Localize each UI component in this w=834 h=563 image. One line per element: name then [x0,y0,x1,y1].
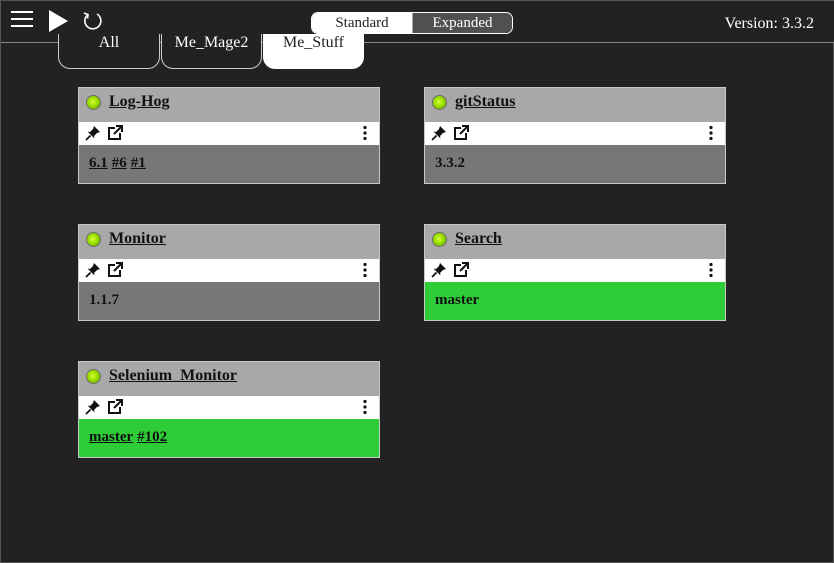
card-header: Selenium_Monitor [79,362,379,396]
card-header: Monitor [79,225,379,259]
card-search: Search master [424,224,726,321]
card-monitor: Monitor 1.1.7 [78,224,380,321]
card-toolbar [425,122,725,145]
status-text: 1.1.7 [89,292,119,308]
card-gitstatus: gitStatus 3.3.2 [424,87,726,184]
card-title[interactable]: gitStatus [455,93,515,111]
status-text: 3.3.2 [435,155,465,171]
issue-link[interactable]: #102 [137,429,167,445]
card-header: gitStatus [425,88,725,122]
status-led-icon [433,233,446,246]
view-expanded-option[interactable]: Expanded [412,13,512,33]
card-selenium-monitor: Selenium_Monitor master #102 [78,361,380,458]
status-led-icon [87,370,100,383]
more-vertical-icon[interactable] [361,399,369,415]
tab-label: Me_Mage2 [174,34,249,51]
card-title[interactable]: Monitor [109,230,166,248]
popout-icon[interactable] [453,125,469,141]
card-toolbar [425,259,725,282]
card-status-body: master [425,282,725,320]
card-status-body: 1.1.7 [79,282,379,320]
issue-link[interactable]: #6 [112,155,127,171]
tab-me-stuff[interactable]: Me_Stuff [263,34,364,69]
card-status-body: master #102 [79,419,379,457]
tab-label: All [98,34,120,51]
pin-icon[interactable] [85,399,101,415]
card-status-body: 3.3.2 [425,145,725,183]
popout-icon[interactable] [453,262,469,278]
issue-link[interactable]: #1 [131,155,146,171]
tab-me-mage2[interactable]: Me_Mage2 [161,34,262,69]
hamburger-icon[interactable] [9,7,35,35]
more-vertical-icon[interactable] [707,125,715,141]
card-toolbar [79,122,379,145]
card-title[interactable]: Selenium_Monitor [109,367,237,385]
app-window: Standard Expanded Version: 3.3.2 All Me_… [0,0,834,563]
popout-icon[interactable] [107,399,123,415]
tab-all[interactable]: All [58,34,160,69]
pin-icon[interactable] [431,125,447,141]
more-vertical-icon[interactable] [361,262,369,278]
status-led-icon [87,96,100,109]
pin-icon[interactable] [85,262,101,278]
card-header: Log-Hog [79,88,379,122]
card-status-body: 6.1 #6 #1 [79,145,379,183]
status-text: master [435,292,480,308]
branch-link[interactable]: master [89,429,133,445]
pin-icon[interactable] [85,125,101,141]
card-title[interactable]: Log-Hog [109,93,169,111]
card-toolbar [79,259,379,282]
card-toolbar [79,396,379,419]
status-led-icon [87,233,100,246]
popout-icon[interactable] [107,125,123,141]
card-title[interactable]: Search [455,230,502,248]
status-led-icon [433,96,446,109]
popout-icon[interactable] [107,262,123,278]
pin-icon[interactable] [431,262,447,278]
card-header: Search [425,225,725,259]
tab-label: Me_Stuff [282,34,345,51]
version-label: Version: 3.3.2 [724,15,814,32]
card-log-hog: Log-Hog 6.1 #6 #1 [78,87,380,184]
more-vertical-icon[interactable] [361,125,369,141]
version-link[interactable]: 6.1 [89,155,108,171]
more-vertical-icon[interactable] [707,262,715,278]
